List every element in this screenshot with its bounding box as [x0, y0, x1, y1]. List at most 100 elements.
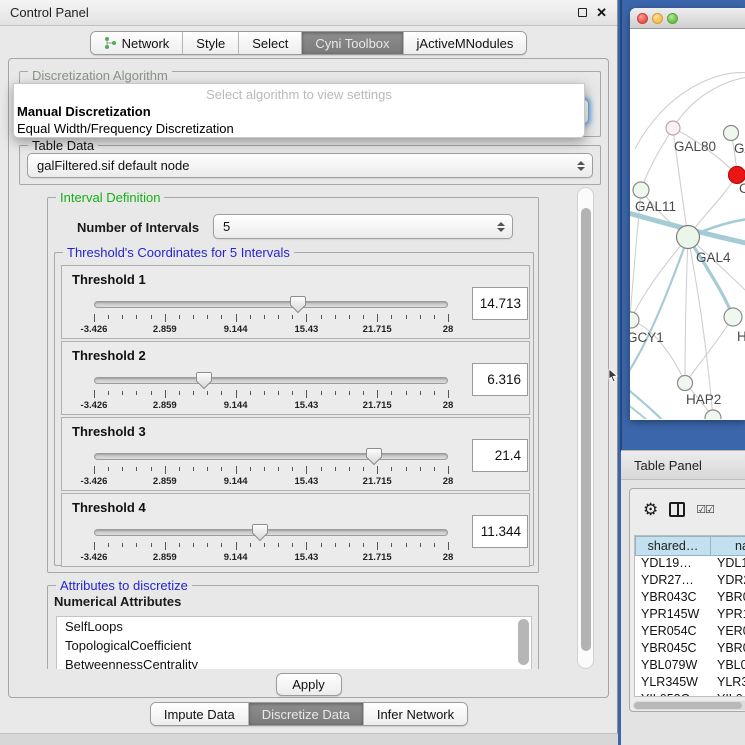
table-row[interactable]: YLR345WYLR3	[635, 675, 745, 692]
zoom-traffic-light-icon[interactable]	[667, 13, 678, 24]
node-gcy1[interactable]	[630, 312, 639, 328]
tab-impute-data[interactable]: Impute Data	[151, 703, 249, 725]
tab-select[interactable]: Select	[239, 32, 302, 54]
threshold-panel-4: Threshold 4-3.4262.8599.14415.4321.71528…	[61, 493, 530, 567]
tick-mark	[377, 314, 378, 322]
close-traffic-light-icon[interactable]	[637, 13, 648, 24]
tick-mark	[306, 390, 307, 398]
slider-handle[interactable]	[252, 523, 268, 542]
float-window-icon[interactable]	[578, 8, 587, 17]
settings-vertical-scrollbar[interactable]	[577, 187, 594, 669]
slider-track[interactable]	[94, 453, 448, 460]
slider-track[interactable]	[94, 529, 448, 536]
attribute-list-item[interactable]: TopologicalCoefficient	[57, 636, 531, 655]
tick-label: 21.715	[363, 324, 392, 335]
tick-mark	[292, 543, 293, 547]
combo-stepper-icon	[497, 222, 505, 232]
tick-label: 2.859	[153, 476, 177, 487]
tab-label: jActiveMNodules	[417, 36, 514, 51]
tick-mark	[264, 391, 265, 395]
table-cell: YDL1	[711, 556, 745, 573]
tab-label: Select	[252, 36, 288, 51]
slider-handle[interactable]	[196, 371, 212, 390]
network-canvas[interactable]: GAL80 GA C GAL11 GAL4 GCY1 H HAP2	[630, 29, 745, 419]
attribute-list-item[interactable]: SelfLoops	[57, 617, 531, 636]
tick-mark	[136, 467, 137, 471]
table-row[interactable]: YDR27…YDR2	[635, 573, 745, 590]
threshold-value-field[interactable]: 21.4	[472, 439, 528, 472]
tick-mark	[420, 467, 421, 471]
tick-mark	[363, 467, 364, 471]
minimize-traffic-light-icon[interactable]	[652, 13, 663, 24]
table-horizontal-scrollbar[interactable]	[633, 701, 745, 710]
slider-handle[interactable]	[366, 447, 382, 466]
table-row[interactable]: YBR045CYBR0	[635, 641, 745, 658]
threshold-value-field[interactable]: 11.344	[472, 515, 528, 548]
column-layout-icon[interactable]	[669, 502, 685, 517]
table-row[interactable]: YBL079WYBL0	[635, 658, 745, 675]
tick-mark	[363, 543, 364, 547]
tick-mark	[264, 467, 265, 471]
column-header-2[interactable]: name	[711, 536, 745, 556]
table-data-select[interactable]: galFiltered.sif default node	[27, 153, 593, 178]
numerical-attributes-list[interactable]: SelfLoopsTopologicalCoefficientBetweenne…	[56, 616, 532, 669]
table-cell: YBR0	[711, 590, 745, 607]
slider-ticks	[94, 314, 448, 323]
dropdown-option[interactable]: Manual Discretization	[14, 103, 584, 120]
node-bottom-partial[interactable]	[705, 410, 721, 419]
number-of-intervals-value: 5	[223, 219, 230, 234]
table-cell: YBR045C	[635, 641, 711, 658]
tick-mark	[94, 542, 95, 550]
table-row[interactable]: YPR145WYPR1	[635, 607, 745, 624]
tick-mark	[391, 467, 392, 471]
slider-track[interactable]	[94, 377, 448, 384]
tick-mark	[434, 391, 435, 395]
node-table: shared…name YDL19…YDL1YDR27…YDR2YBR043CY…	[634, 535, 745, 697]
tab-infer-network[interactable]: Infer Network	[364, 703, 467, 725]
dropdown-option[interactable]: Equal Width/Frequency Discretization	[14, 120, 584, 137]
tick-label: -3.426	[81, 324, 108, 335]
tab-cyni-toolbox[interactable]: Cyni Toolbox	[302, 32, 403, 54]
attribute-list-item[interactable]: BetweennessCentrality	[57, 655, 531, 669]
threshold-slider[interactable]: -3.4262.8599.14415.4321.71528	[94, 448, 448, 488]
tick-label: 9.144	[224, 400, 248, 411]
threshold-value-field[interactable]: 14.713	[472, 287, 528, 320]
threshold-slider[interactable]: -3.4262.8599.14415.4321.71528	[94, 372, 448, 412]
gear-icon[interactable]: ⚙	[643, 501, 658, 518]
tab-style[interactable]: Style	[183, 32, 239, 54]
node-h[interactable]	[724, 308, 742, 326]
hscrollbar-thumb[interactable]	[634, 702, 742, 709]
table-row[interactable]: YBR043CYBR0	[635, 590, 745, 607]
node-gal11[interactable]	[633, 182, 649, 198]
number-of-intervals-select[interactable]: 5	[213, 214, 513, 239]
node-hap2[interactable]	[678, 376, 693, 391]
slider-handle[interactable]	[290, 295, 306, 314]
tab-discretize-data[interactable]: Discretize Data	[249, 703, 364, 725]
tick-mark	[94, 466, 95, 474]
threshold-slider[interactable]: -3.4262.8599.14415.4321.71528	[94, 296, 448, 336]
table-cell: YIL0	[711, 692, 745, 697]
column-header-1[interactable]: shared…	[635, 536, 711, 556]
close-icon[interactable]: ✕	[596, 6, 607, 19]
select-columns-icon[interactable]: ☑☑	[696, 503, 714, 516]
network-window-titlebar[interactable]	[630, 8, 745, 29]
threshold-value-field[interactable]: 6.316	[472, 363, 528, 396]
node-top-right[interactable]	[724, 126, 739, 141]
slider-track[interactable]	[94, 301, 448, 308]
mouse-cursor	[608, 369, 618, 386]
node-gal80[interactable]	[666, 121, 680, 135]
tick-mark	[349, 391, 350, 395]
table-row[interactable]: YDL19…YDL1	[635, 556, 745, 573]
threshold-slider[interactable]: -3.4262.8599.14415.4321.71528	[94, 524, 448, 564]
table-panel-title: Table Panel	[634, 458, 702, 473]
scrollbar-thumb[interactable]	[581, 208, 591, 651]
tick-mark	[193, 391, 194, 395]
tick-mark	[278, 315, 279, 319]
tab-jactivemnodules[interactable]: jActiveMNodules	[404, 32, 527, 54]
list-scrollbar-thumb[interactable]	[518, 619, 529, 665]
apply-button[interactable]: Apply	[276, 673, 342, 696]
table-row[interactable]: YER054CYER0	[635, 624, 745, 641]
node-gal4[interactable]	[677, 226, 700, 249]
tab-network[interactable]: Network	[91, 32, 184, 54]
table-row[interactable]: YIL053CYIL0	[635, 692, 745, 697]
